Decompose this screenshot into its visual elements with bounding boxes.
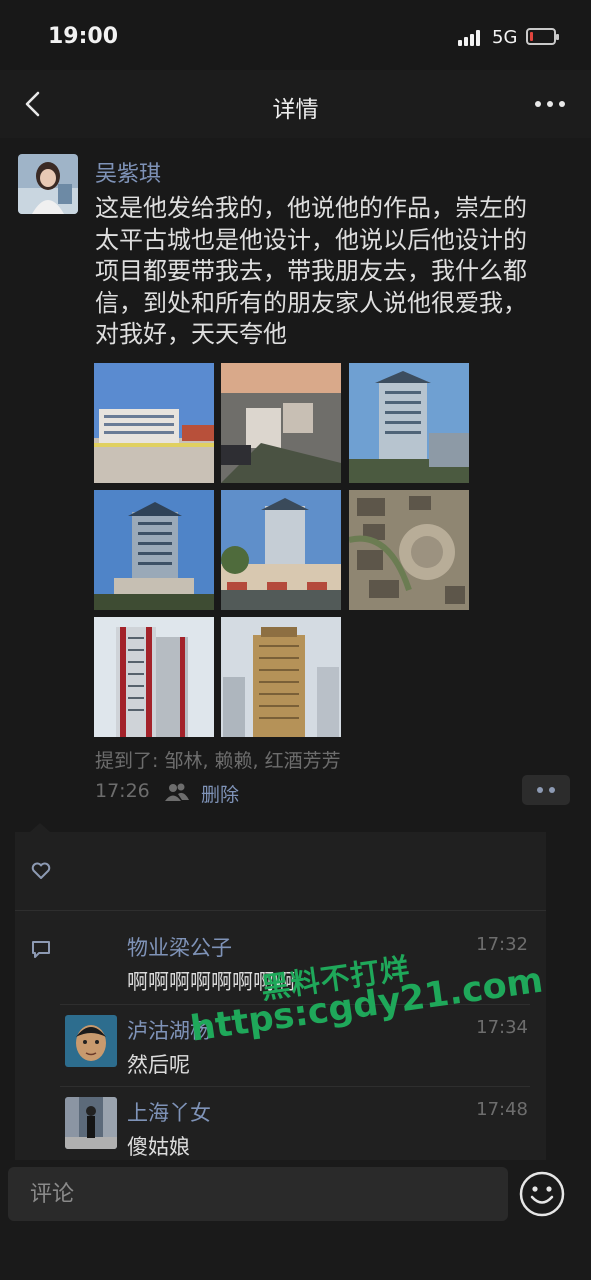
more-actions-button[interactable] <box>522 775 570 805</box>
smiley-icon[interactable] <box>518 1170 566 1218</box>
battery-icon <box>526 28 559 45</box>
building-photo-5[interactable] <box>221 490 341 610</box>
status-time: 19:00 <box>48 24 119 49</box>
page-title: 详情 <box>272 97 319 123</box>
signal-icon <box>458 30 484 46</box>
comment-text: 啊啊啊啊啊啊啊啊 <box>127 970 295 994</box>
navigation-bar: 详情 <box>0 70 591 139</box>
comment-text: 然后呢 <box>127 1053 190 1077</box>
commenter-name[interactable]: 泸沽湖杨 <box>127 1015 211 1045</box>
aerial-photo-6[interactable] <box>349 490 469 610</box>
comment-text: 傻姑娘 <box>127 1135 190 1159</box>
status-bar: 19:00 5G <box>0 0 591 70</box>
delete-button[interactable]: 删除 <box>201 780 239 807</box>
comment-item[interactable]: 上海丫女 17:48 傻姑娘 <box>60 1086 530 1165</box>
likes-row <box>15 832 546 911</box>
tower-photo-7[interactable] <box>94 617 214 737</box>
panel-arrow <box>30 823 50 832</box>
commenter-avatar[interactable] <box>65 1097 117 1149</box>
people-icon <box>165 782 189 802</box>
author-name[interactable]: 吴紫琪 <box>95 156 161 188</box>
commenter-avatar[interactable] <box>65 1015 117 1067</box>
commenter-name[interactable]: 物业梁公子 <box>127 932 232 962</box>
comment-time: 17:32 <box>476 934 528 955</box>
post-text: 这是他发给我的，他说他的作品，崇左的 太平古城也是他设计，他说以后他设计的 项目… <box>95 194 527 348</box>
building-photo-4[interactable] <box>94 490 214 610</box>
building-photo-1[interactable] <box>94 363 214 483</box>
comment-item[interactable]: 泸沽湖杨 17:34 然后呢 <box>60 1004 530 1083</box>
ellipsis-icon[interactable] <box>533 90 567 118</box>
comment-item[interactable]: 物业梁公子 17:32 啊啊啊啊啊啊啊啊 <box>60 922 530 1000</box>
commenter-name[interactable]: 上海丫女 <box>127 1097 211 1127</box>
comment-icon <box>30 938 52 960</box>
heart-icon <box>31 862 51 880</box>
network-type: 5G <box>492 27 518 48</box>
photo-grid <box>94 363 474 739</box>
comment-time: 17:48 <box>476 1099 528 1120</box>
tower-photo-8[interactable] <box>221 617 341 737</box>
comment-time: 17:34 <box>476 1017 528 1038</box>
building-photo-2[interactable] <box>221 363 341 483</box>
post-time: 17:26 <box>95 780 150 802</box>
author-avatar[interactable] <box>18 154 78 214</box>
comment-input[interactable] <box>8 1167 508 1221</box>
mentioned-users: 提到了: 邹林, 赖赖, 红酒芳芳 <box>95 750 341 772</box>
building-photo-3[interactable] <box>349 363 469 483</box>
